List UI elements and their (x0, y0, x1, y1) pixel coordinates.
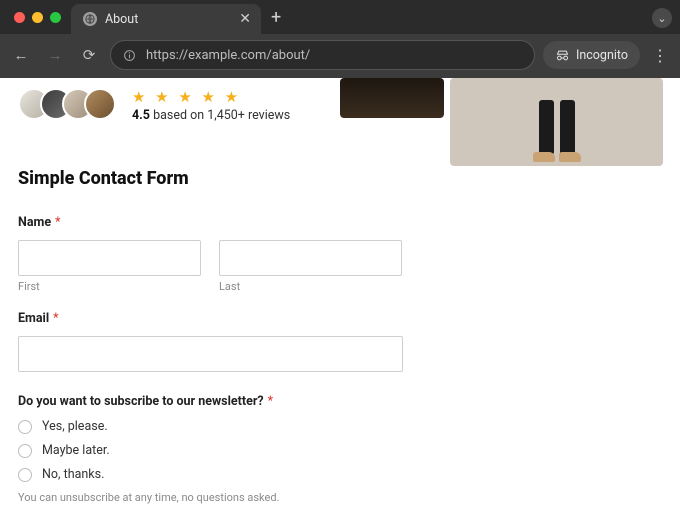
back-button[interactable]: ← (8, 42, 34, 68)
hero-image (450, 78, 663, 166)
rating-score: 4.5 (132, 108, 150, 123)
option-label: Yes, please. (42, 419, 108, 434)
email-input[interactable] (18, 336, 403, 372)
incognito-label: Incognito (576, 48, 628, 63)
tabs-dropdown-icon[interactable]: ⌄ (652, 8, 672, 28)
url-text: https://example.com/about/ (146, 48, 310, 63)
radio-icon (18, 420, 32, 434)
newsletter-hint: You can unsubscribe at any time, no ques… (18, 491, 402, 504)
globe-icon (83, 12, 97, 26)
address-bar[interactable]: https://example.com/about/ (110, 40, 535, 70)
incognito-icon (555, 48, 570, 63)
site-info-icon (123, 49, 136, 62)
reload-button[interactable]: ⟳ (76, 42, 102, 68)
rating-block: ★ ★ ★ ★ ★ 4.5 based on 1,450+ reviews (132, 88, 290, 123)
newsletter-options: Yes, please. Maybe later. No, thanks. (18, 419, 402, 482)
radio-icon (18, 444, 32, 458)
required-marker: * (268, 394, 273, 409)
name-label: Name* (18, 215, 402, 230)
name-row: First Last (18, 240, 402, 293)
newsletter-question: Do you want to subscribe to our newslett… (18, 394, 402, 409)
hero-image (340, 78, 444, 118)
close-window-icon[interactable] (14, 12, 25, 23)
newsletter-option[interactable]: Maybe later. (18, 443, 402, 458)
hero-row: ★ ★ ★ ★ ★ 4.5 based on 1,450+ reviews (0, 78, 680, 120)
contact-form: Name* First Last Email* Do you want to s… (0, 189, 420, 504)
avatar (84, 88, 116, 120)
first-name-input[interactable] (18, 240, 201, 276)
star-icons: ★ ★ ★ ★ ★ (132, 88, 290, 106)
option-label: Maybe later. (42, 443, 110, 458)
hero-image-content (527, 100, 587, 160)
rating-suffix: based on 1,450+ reviews (150, 108, 290, 123)
required-marker: * (53, 311, 58, 326)
close-tab-icon[interactable]: ✕ (239, 12, 251, 26)
browser-chrome: About ✕ + ⌄ ← → ⟳ https://example.com/ab… (0, 0, 680, 78)
menu-icon[interactable]: ⋮ (648, 46, 672, 65)
first-name-sublabel: First (18, 280, 201, 293)
tab-strip: About ✕ + ⌄ (0, 0, 680, 34)
tab-title: About (105, 12, 231, 27)
incognito-badge[interactable]: Incognito (543, 41, 640, 69)
newsletter-option[interactable]: Yes, please. (18, 419, 402, 434)
window-controls (8, 12, 71, 23)
toolbar: ← → ⟳ https://example.com/about/ Incogni… (0, 34, 680, 78)
newsletter-group: Do you want to subscribe to our newslett… (18, 394, 402, 504)
page-content: ★ ★ ★ ★ ★ 4.5 based on 1,450+ reviews Si… (0, 78, 680, 513)
last-name-input[interactable] (219, 240, 402, 276)
maximize-window-icon[interactable] (50, 12, 61, 23)
new-tab-button[interactable]: + (261, 7, 291, 28)
browser-tab[interactable]: About ✕ (71, 4, 261, 34)
radio-icon (18, 468, 32, 482)
minimize-window-icon[interactable] (32, 12, 43, 23)
email-label: Email* (18, 311, 402, 326)
newsletter-option[interactable]: No, thanks. (18, 467, 402, 482)
required-marker: * (55, 215, 60, 230)
option-label: No, thanks. (42, 467, 104, 482)
forward-button[interactable]: → (42, 42, 68, 68)
email-group: Email* (18, 311, 402, 372)
rating-text: 4.5 based on 1,450+ reviews (132, 108, 290, 123)
last-name-sublabel: Last (219, 280, 402, 293)
form-heading: Simple Contact Form (18, 168, 680, 189)
